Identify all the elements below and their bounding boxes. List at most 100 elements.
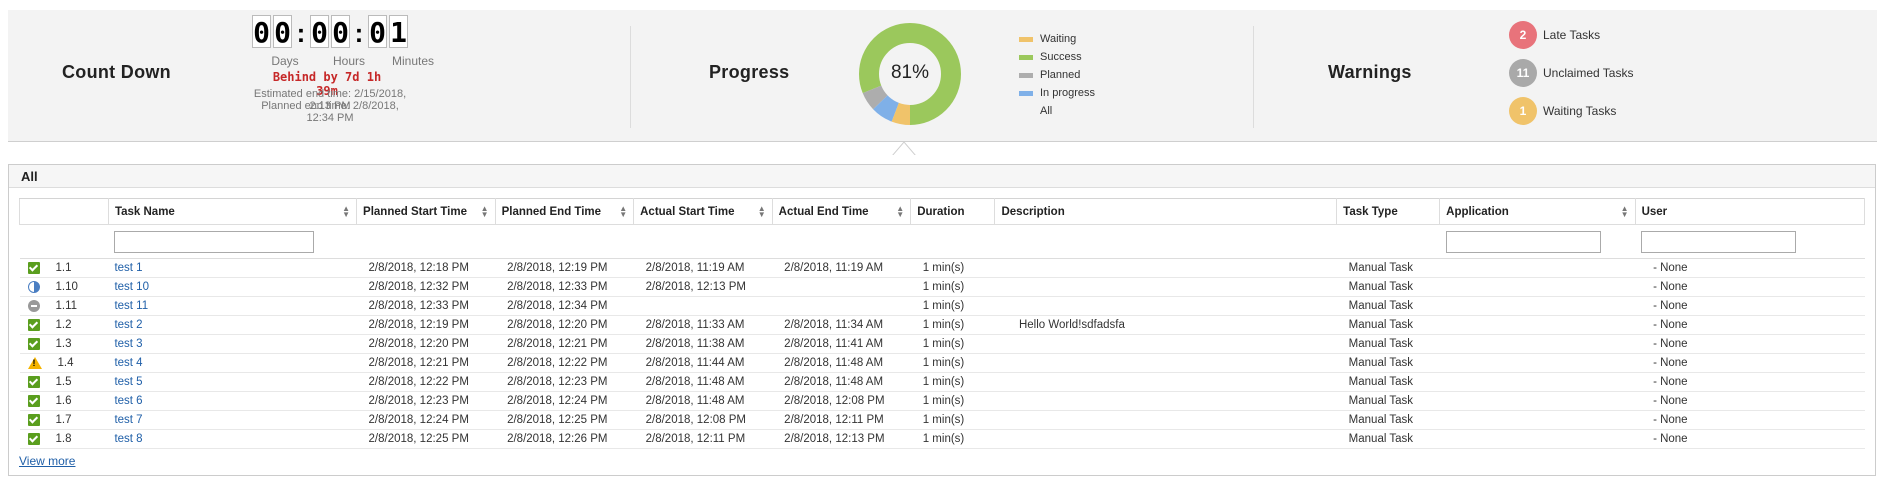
user-cell: - None: [1635, 334, 1865, 354]
task-type-cell: Manual Task: [1336, 334, 1440, 354]
filter-cell: [1439, 224, 1636, 259]
status-cell: 1.6: [19, 391, 109, 411]
col-header-planned-start[interactable]: Planned Start Time ▲ ▼: [356, 198, 496, 225]
warning-waiting-tasks[interactable]: 1 Waiting Tasks: [1509, 97, 1616, 125]
task-name-cell: test 10: [108, 277, 357, 297]
duration-cell: 1 min(s): [910, 315, 995, 335]
view-more-link[interactable]: View more: [19, 454, 75, 468]
task-name-link[interactable]: test 1: [114, 262, 142, 274]
col-header-actual-end[interactable]: Actual End Time ▲ ▼: [771, 198, 912, 225]
panel-title: All: [21, 169, 38, 184]
table-row[interactable]: 1.8 test 8 2/8/2018, 12:25 PM 2/8/2018, 12:…: [19, 429, 1865, 449]
col-header-application[interactable]: Application ▲ ▼: [1439, 198, 1636, 225]
filter-cell: [356, 224, 496, 259]
actual-start-cell: [633, 296, 773, 316]
table-row[interactable]: 1.3 test 3 2/8/2018, 12:20 PM 2/8/2018, 12:…: [19, 334, 1865, 354]
actual-end-cell: 2/8/2018, 11:19 AM: [772, 258, 911, 278]
actual-end-cell: [772, 277, 911, 297]
planned-end-cell: 2/8/2018, 12:20 PM: [495, 315, 634, 335]
unit-minutes: Minutes: [391, 54, 435, 68]
application-filter-input[interactable]: [1445, 230, 1601, 253]
table-row[interactable]: 1.11 test 11 2/8/2018, 12:33 PM 2/8/2018, 1…: [19, 296, 1865, 316]
sort-icon: ▲ ▼: [480, 204, 489, 219]
task-name-cell: test 8: [108, 429, 357, 449]
legend-item-waiting: Waiting: [1019, 30, 1095, 48]
summary-bar: Count Down 0 0 : 0 0 : 0 1 Days Hours Mi…: [8, 10, 1877, 142]
duration-cell: 1 min(s): [910, 258, 995, 278]
check-icon: [27, 432, 40, 445]
check-icon: [27, 375, 40, 388]
application-cell: [1439, 296, 1636, 316]
legend-item-planned: Planned: [1019, 66, 1095, 84]
duration-cell: 1 min(s): [910, 391, 995, 411]
warning-unclaimed-tasks[interactable]: 11 Unclaimed Tasks: [1509, 59, 1633, 87]
user-cell: - None: [1635, 372, 1865, 392]
legend-item-all[interactable]: All: [1019, 102, 1095, 120]
task-name-link[interactable]: test 8: [114, 433, 142, 445]
task-name-link[interactable]: test 7: [114, 414, 142, 426]
user-filter-input[interactable]: [1641, 230, 1797, 253]
filter-cell: [108, 224, 357, 259]
planned-start-cell: 2/8/2018, 12:22 PM: [356, 372, 496, 392]
col-header-planned-end[interactable]: Planned End Time ▲ ▼: [494, 198, 635, 225]
task-name-filter-input[interactable]: [114, 230, 315, 253]
status-cell: 1.8: [19, 429, 109, 449]
warning-late-tasks[interactable]: 2 Late Tasks: [1509, 21, 1600, 49]
header-label: Actual Start Time: [640, 205, 735, 218]
legend-label: All: [1040, 105, 1053, 117]
table-row[interactable]: 1.1 test 1 2/8/2018, 12:18 PM 2/8/2018, 12:…: [19, 258, 1865, 278]
task-name-link[interactable]: test 5: [114, 376, 142, 388]
table-row[interactable]: 1.5 test 5 2/8/2018, 12:22 PM 2/8/2018, 12:…: [19, 372, 1865, 392]
table-row[interactable]: 1.4 test 4 2/8/2018, 12:21 PM2/8/2018, 12:…: [19, 353, 1865, 373]
unit-days: Days: [271, 54, 299, 68]
application-cell: [1439, 429, 1636, 449]
legend-label: Success: [1040, 51, 1082, 63]
table-row[interactable]: 1.7 test 7 2/8/2018, 12:24 PM 2/8/2018, 12:…: [19, 410, 1865, 430]
application-cell: [1439, 258, 1636, 278]
task-name-link[interactable]: test 4: [114, 357, 142, 369]
task-name-link[interactable]: test 2: [114, 319, 142, 331]
col-header-task-type: Task Type: [1336, 198, 1441, 225]
task-id: 1.5: [55, 376, 72, 389]
in-progress-icon: [27, 280, 40, 293]
planned-end-cell: 2/8/2018, 12:23 PM: [495, 372, 634, 392]
planned-start-cell: 2/8/2018, 12:21 PM: [356, 353, 496, 373]
warning-label: Unclaimed Tasks: [1543, 66, 1634, 80]
task-name-link[interactable]: test 3: [114, 338, 142, 350]
filter-cell: [19, 224, 109, 259]
actual-end-cell: 2/8/2018, 11:48 AM: [772, 353, 911, 373]
progress-percent: 81%: [890, 62, 930, 83]
col-header-task-name[interactable]: Task Name ▲ ▼: [107, 198, 358, 225]
planned-start-cell: 2/8/2018, 12:33 PM: [356, 296, 496, 316]
task-type-cell: Manual Task: [1336, 353, 1440, 373]
task-name-link[interactable]: test 10: [114, 281, 149, 293]
filter-cell: [633, 224, 773, 259]
col-header-user: User: [1634, 198, 1866, 225]
task-name-link[interactable]: test 11: [114, 300, 148, 312]
filter-cell: [772, 224, 911, 259]
actual-end-cell: 2/8/2018, 11:34 AM: [772, 315, 911, 335]
table-row[interactable]: 1.2 test 2 2/8/2018, 12:19 PM 2/8/2018, 12:…: [19, 315, 1865, 335]
check-icon: [27, 261, 40, 274]
description-cell: [994, 296, 1337, 316]
status-cell: 1.11: [19, 296, 109, 316]
progress-title: Progress: [709, 62, 790, 82]
duration-cell: 1 min(s): [910, 353, 995, 373]
duration-cell: 1 min(s): [910, 429, 995, 449]
task-name-link[interactable]: test 6: [114, 395, 142, 407]
table-row[interactable]: 1.6 test 6 2/8/2018, 12:23 PM 2/8/2018, 12:…: [19, 391, 1865, 411]
planned-start-cell: 2/8/2018, 12:20 PM: [356, 334, 496, 354]
actual-start-cell: 2/8/2018, 11:48 AM: [633, 391, 773, 411]
table-row[interactable]: 1.10 test 10 2/8/2018, 12:32 PM 2/8/2018, 1…: [19, 277, 1865, 297]
task-name-cell: test 6: [108, 391, 357, 411]
header-label: Planned End Time: [501, 205, 602, 218]
actual-start-cell: 2/8/2018, 12:08 PM: [633, 410, 773, 430]
task-id: 1.2: [55, 319, 72, 332]
user-cell: - None: [1635, 277, 1865, 297]
actual-start-cell: 2/8/2018, 12:11 PM: [633, 429, 773, 449]
sort-icon: ▲ ▼: [619, 204, 628, 219]
countdown-title: Count Down: [62, 62, 171, 82]
col-header-actual-start[interactable]: Actual Start Time ▲ ▼: [633, 198, 773, 225]
user-cell: - None: [1635, 391, 1865, 411]
status-cell: 1.4: [19, 353, 109, 373]
